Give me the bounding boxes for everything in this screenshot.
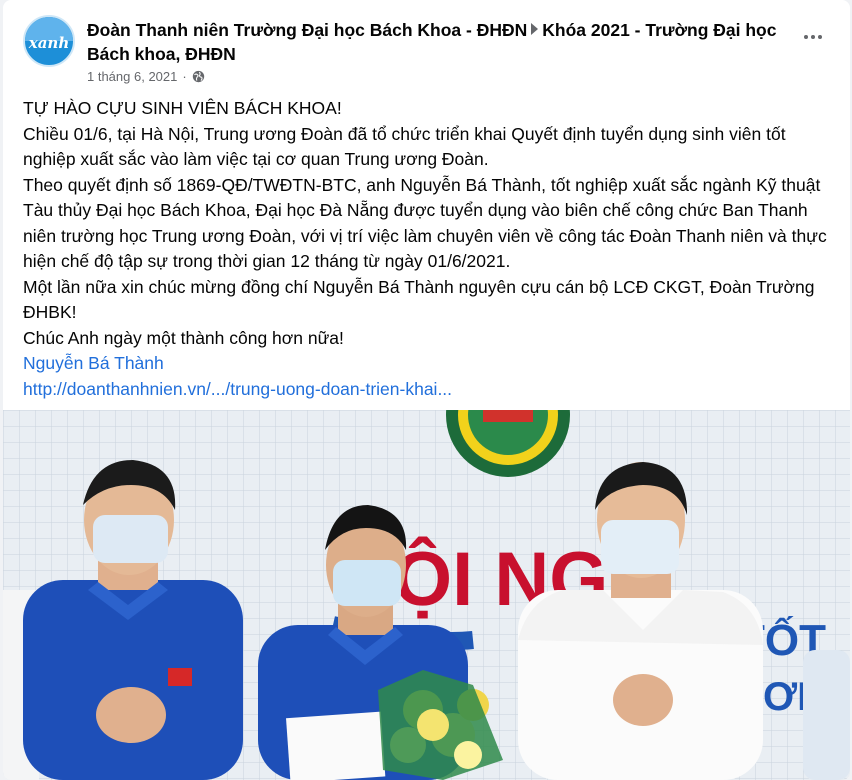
post-photo[interactable]: ỘI NGH TỐT ƠN (3, 410, 850, 780)
post-meta: 1 tháng 6, 2021 · (87, 69, 205, 84)
more-dot-icon (818, 35, 822, 39)
avatar-logo-text: xanh (28, 34, 70, 52)
post-date-link[interactable]: 1 tháng 6, 2021 (87, 69, 177, 84)
more-dot-icon (804, 35, 808, 39)
meta-separator: · (182, 69, 187, 84)
post-line: Một lần nữa xin chúc mừng đồng chí Nguyễ… (23, 276, 815, 323)
author-name-link[interactable]: Đoàn Thanh niên Trường Đại học Bách Khoa… (87, 20, 527, 40)
article-link[interactable]: http://doanthanhnien.vn/.../trung-uong-d… (23, 377, 833, 403)
page-avatar[interactable]: xanh (23, 15, 75, 67)
caret-right-icon (531, 23, 539, 35)
post-line: Chúc Anh ngày một thành công hơn nữa! (23, 327, 344, 348)
more-options-button[interactable] (799, 31, 827, 43)
tagged-person-link[interactable]: Nguyễn Bá Thành (23, 351, 833, 377)
more-dot-icon (811, 35, 815, 39)
post-title: Đoàn Thanh niên Trường Đại học Bách Khoa… (87, 18, 797, 66)
photo-illustration: ỘI NGH TỐT ƠN (3, 410, 850, 780)
globe-icon[interactable] (192, 70, 205, 83)
post-header: xanh Đoàn Thanh niên Trường Đại học Bách… (3, 0, 850, 92)
post-body: TỰ HÀO CỰU SINH VIÊN BÁCH KHOA! Chiều 01… (23, 96, 833, 402)
post-card: xanh Đoàn Thanh niên Trường Đại học Bách… (3, 0, 850, 780)
post-line: TỰ HÀO CỰU SINH VIÊN BÁCH KHOA! (23, 98, 342, 118)
post-line: Chiều 01/6, tại Hà Nội, Trung ương Đoàn … (23, 123, 786, 170)
post-line: Theo quyết định số 1869-QĐ/TWĐTN-BTC, an… (23, 174, 827, 272)
